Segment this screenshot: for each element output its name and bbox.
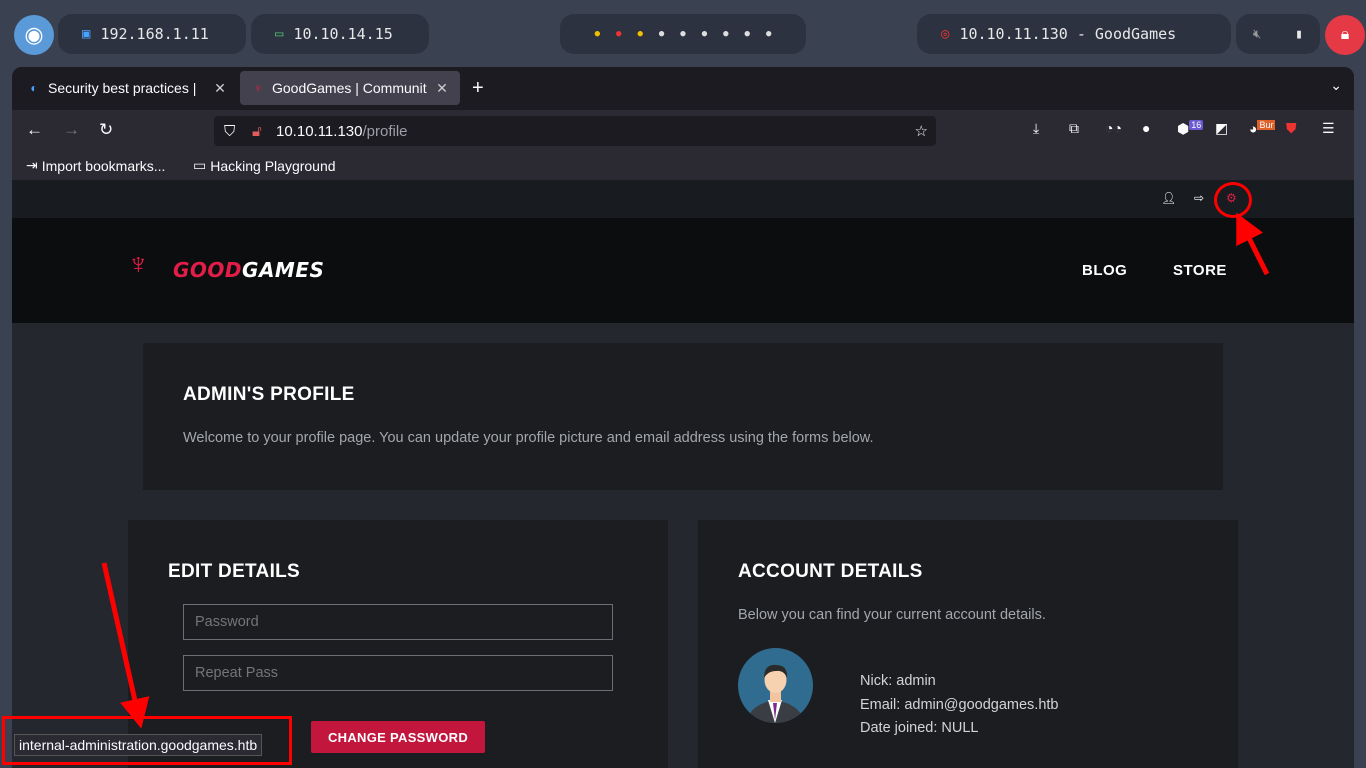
site-logo[interactable]: ♆ GOODGAMES <box>127 248 324 292</box>
site-utility-bar: 👤︎ ⇨ ⚙ <box>12 180 1354 218</box>
chevron-down-icon[interactable]: ⌄ <box>1330 77 1342 94</box>
close-tab-icon[interactable]: ✕ <box>212 80 228 97</box>
bookmark-label: Import bookmarks... <box>41 157 166 174</box>
burp-extension-icon[interactable]: ◕ Bur <box>1249 120 1276 137</box>
avatar-person-icon <box>746 664 805 723</box>
target-icon: ◎ <box>941 26 950 42</box>
browser-window: ◐ Security best practices | ✕ ♆ GoodGame… <box>12 67 1354 768</box>
nav-toolbar: ← → ↻ ⛉ 🔓︎ 10.10.11.130 /profile ☆ ⤓ ⧉ ◔… <box>12 110 1354 152</box>
cookie-icon[interactable]: ● <box>1142 120 1150 136</box>
workspace-dot[interactable]: ● <box>680 29 685 39</box>
nav-store[interactable]: STORE <box>1173 262 1227 279</box>
annotation-box <box>2 716 292 765</box>
account-details-card: ACCOUNT DETAILS Below you can find your … <box>698 520 1238 768</box>
vpn-ip-text: 10.10.14.15 <box>293 25 393 43</box>
import-icon: ⇥ <box>26 157 38 173</box>
download-icon[interactable]: ⤓ <box>1033 120 1039 137</box>
tray-widget[interactable]: 🔇︎ ▮ <box>1236 14 1320 54</box>
account-details-title: ACCOUNT DETAILS <box>738 561 923 582</box>
vpn-ip-widget[interactable]: ▭ 10.10.14.15 <box>251 14 429 54</box>
reload-icon[interactable]: ↻ <box>99 120 113 140</box>
extensions-icon[interactable]: ⧉ <box>1069 120 1079 137</box>
tab-title: GoodGames | Communit <box>272 80 427 96</box>
close-tab-icon[interactable]: ✕ <box>434 80 450 97</box>
new-tab-icon[interactable]: + <box>472 77 484 100</box>
workspace-dot[interactable]: ● <box>659 29 664 39</box>
annotation-circle <box>1214 182 1252 218</box>
tab-title: Security best practices | <box>48 80 197 96</box>
battery-icon[interactable]: ▮ <box>1295 27 1303 42</box>
target-widget[interactable]: ◎ 10.10.11.130 - GoodGames <box>917 14 1231 54</box>
lock-icon[interactable]: 🔒︎ <box>1325 15 1365 55</box>
account-nick: Nick: admin <box>860 673 936 689</box>
goodgames-favicon-icon: ♆ <box>253 81 263 95</box>
burp-badge: Bur <box>1257 120 1276 130</box>
mute-icon[interactable]: 🔇︎ <box>1253 27 1261 42</box>
python-extension-icon[interactable]: ⬢ 16 <box>1177 120 1204 138</box>
tab-strip: ◐ Security best practices | ✕ ♆ GoodGame… <box>12 67 1354 110</box>
url-host: 10.10.11.130 <box>276 122 363 140</box>
bookmark-star-icon[interactable]: ☆ <box>915 122 928 140</box>
local-ip-widget[interactable]: ▣ 192.168.1.11 <box>58 14 246 54</box>
tab-security[interactable]: ◐ Security best practices | ✕ <box>16 71 238 105</box>
workspace-dot[interactable]: ● <box>595 29 600 39</box>
laptop-icon: ▭ <box>275 26 284 42</box>
bookmark-hacking-playground[interactable]: ▭ Hacking Playground <box>193 157 336 174</box>
workspace-dot[interactable]: ● <box>702 29 707 39</box>
tab-goodgames[interactable]: ♆ GoodGames | Communit ✕ <box>240 71 460 105</box>
network-icon: ▣ <box>82 26 91 42</box>
profile-card: ADMIN'S PROFILE Welcome to your profile … <box>143 343 1223 490</box>
system-taskbar: ◉ ▣ 192.168.1.11 ▭ 10.10.14.15 ● ● ● ● ●… <box>0 0 1366 68</box>
url-bar[interactable]: ⛉ 🔓︎ 10.10.11.130 /profile ☆ <box>214 116 936 146</box>
workspace-dot[interactable]: ● <box>766 29 771 39</box>
folder-icon: ▭ <box>193 157 207 173</box>
wappalyzer-icon[interactable]: ◩ <box>1215 120 1228 137</box>
bookmarks-bar: ⇥ Import bookmarks... ▭ Hacking Playgrou… <box>12 152 1354 180</box>
account-joined: Date joined: NULL <box>860 720 979 736</box>
password-field[interactable] <box>183 604 613 640</box>
menu-icon[interactable]: ☰ <box>1322 120 1335 137</box>
firefox-icon: ◐ <box>30 81 38 95</box>
workspace-dot[interactable]: ● <box>637 29 642 39</box>
repeat-password-field[interactable] <box>183 655 613 691</box>
url-path: /profile <box>362 122 408 140</box>
ublock-icon[interactable]: ⛊ <box>1286 120 1297 137</box>
page-content: 👤︎ ⇨ ⚙ ♆ GOODGAMES BLOG STORE ADMIN'S PR… <box>12 180 1354 768</box>
workspace-dot[interactable]: ● <box>745 29 750 39</box>
workspace-dot[interactable]: ● <box>723 29 728 39</box>
account-email: Email: admin@goodgames.htb <box>860 697 1059 713</box>
os-menu-icon[interactable]: ◉ <box>14 15 54 55</box>
forward-icon[interactable]: → <box>63 120 80 140</box>
shield-icon[interactable]: ⛉ <box>224 123 242 140</box>
nav-blog[interactable]: BLOG <box>1082 262 1127 279</box>
spy-extension-icon[interactable]: ◔◔ <box>1105 120 1122 136</box>
logout-icon[interactable]: ⇨ <box>1194 191 1204 205</box>
profile-welcome-text: Welcome to your profile page. You can up… <box>183 430 874 446</box>
edit-details-title: EDIT DETAILS <box>168 561 301 582</box>
account-details-subtitle: Below you can find your current account … <box>738 607 1046 623</box>
target-text: 10.10.11.130 - GoodGames <box>959 25 1177 43</box>
local-ip-text: 192.168.1.11 <box>100 25 209 43</box>
bookmark-label: Hacking Playground <box>210 157 336 174</box>
mask-logo-icon: ♆ <box>127 248 150 281</box>
profile-title: ADMIN'S PROFILE <box>183 384 355 405</box>
extension-badge: 16 <box>1189 120 1204 130</box>
back-icon[interactable]: ← <box>26 120 43 140</box>
site-header: ♆ GOODGAMES BLOG STORE <box>12 218 1354 323</box>
brand-name: GOODGAMES <box>173 258 325 282</box>
change-password-button[interactable]: CHANGE PASSWORD <box>311 721 485 753</box>
avatar <box>738 648 813 723</box>
workspace-dot[interactable]: ● <box>616 29 621 39</box>
workspace-switcher[interactable]: ● ● ● ● ● ● ● ● ● <box>560 14 806 54</box>
user-icon[interactable]: 👤︎ <box>1161 191 1176 205</box>
insecure-lock-icon[interactable]: 🔓︎ <box>252 123 268 140</box>
bookmark-import[interactable]: ⇥ Import bookmarks... <box>26 157 165 174</box>
